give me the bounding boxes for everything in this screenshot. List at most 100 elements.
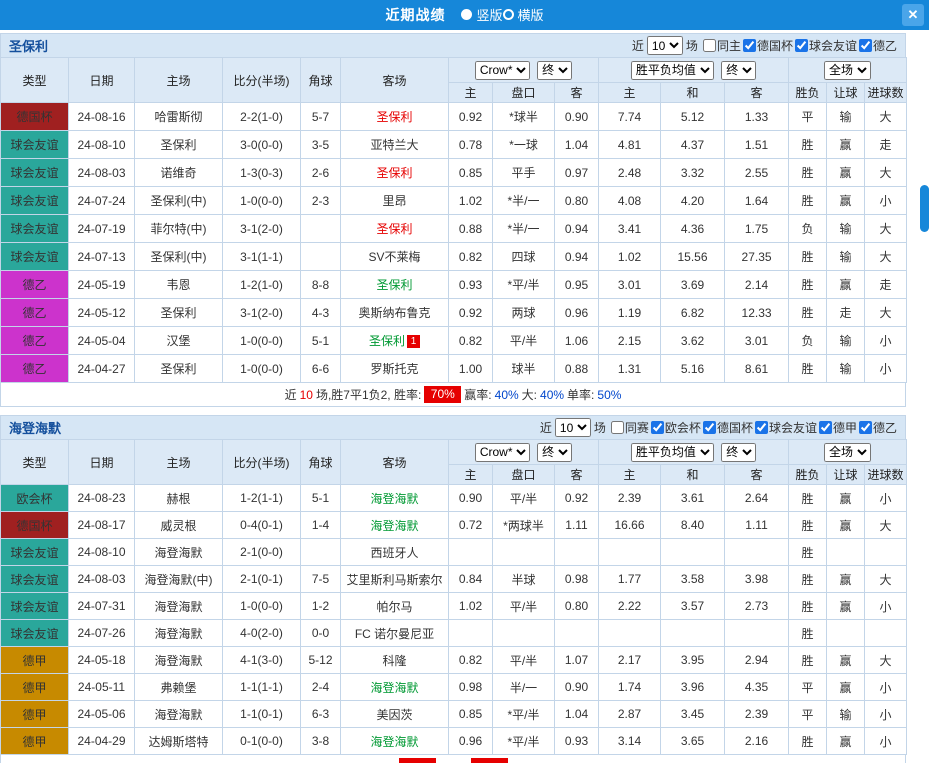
home-team[interactable]: 赫根	[135, 485, 223, 512]
odds-away: 0.96	[555, 299, 599, 327]
odds-final-select[interactable]: 终	[537, 61, 572, 80]
avg-home: 2.22	[599, 593, 661, 620]
home-team[interactable]: 韦恩	[135, 271, 223, 299]
home-team[interactable]: 哈雷斯彻	[135, 103, 223, 131]
corners: 3-8	[301, 728, 341, 755]
checkbox-input[interactable]	[755, 421, 768, 434]
col-away: 客场	[341, 440, 449, 485]
away-team[interactable]: 圣保利1	[341, 327, 449, 355]
away-team[interactable]: 艾里斯利马斯索尔	[341, 566, 449, 593]
home-team[interactable]: 圣保利	[135, 299, 223, 327]
away-team[interactable]: 海登海默	[341, 512, 449, 539]
scrollbar-thumb[interactable]	[920, 185, 929, 232]
recent-count-select[interactable]: 10	[555, 418, 591, 437]
layout-radio-vertical[interactable]: 竖版	[461, 5, 502, 24]
checkbox-input[interactable]	[651, 421, 664, 434]
checkbox-label: 同主	[717, 37, 741, 54]
avg-final-select[interactable]: 终	[721, 443, 756, 462]
filter-checkbox[interactable]: 欧会杯	[651, 419, 701, 436]
filter-checkbox[interactable]: 德乙	[859, 37, 897, 54]
checkbox-input[interactable]	[703, 421, 716, 434]
odds-final-select[interactable]: 终	[537, 443, 572, 462]
home-team[interactable]: 海登海默	[135, 593, 223, 620]
away-team[interactable]: 圣保利	[341, 159, 449, 187]
filter-checkbox[interactable]: 球会友谊	[795, 37, 857, 54]
away-team[interactable]: 海登海默	[341, 485, 449, 512]
checkbox-input[interactable]	[819, 421, 832, 434]
table-row: 球会友谊 24-07-26 海登海默 4-0(2-0) 0-0 FC 诺尔曼尼亚…	[1, 620, 907, 647]
checkbox-input[interactable]	[859, 39, 872, 52]
filter-checkbox[interactable]: 球会友谊	[755, 419, 817, 436]
home-team[interactable]: 圣保利(中)	[135, 187, 223, 215]
filter-checkbox[interactable]: 德乙	[859, 419, 897, 436]
home-team[interactable]: 弗赖堡	[135, 674, 223, 701]
home-team[interactable]: 圣保利	[135, 131, 223, 159]
away-team[interactable]: 圣保利	[341, 271, 449, 299]
odds-home: 0.82	[449, 647, 493, 674]
away-team[interactable]: 美因茨	[341, 701, 449, 728]
avg-metric-select[interactable]: 胜平负均值	[631, 61, 714, 80]
filter-checkbox[interactable]: 同主	[703, 37, 741, 54]
result-wdl: 胜	[789, 159, 827, 187]
checkbox-input[interactable]	[611, 421, 624, 434]
result-handicap: 输	[827, 355, 865, 383]
away-team[interactable]: 西班牙人	[341, 539, 449, 566]
avg-away: 2.55	[725, 159, 789, 187]
checkbox-input[interactable]	[795, 39, 808, 52]
rank-badge: 1	[407, 335, 420, 348]
odds-company-select[interactable]: Crow*	[475, 443, 530, 462]
avg-home: 2.48	[599, 159, 661, 187]
layout-radio-horizontal[interactable]: 横版	[503, 5, 544, 24]
home-team[interactable]: 海登海默	[135, 647, 223, 674]
away-team[interactable]: FC 诺尔曼尼亚	[341, 620, 449, 647]
avg-metric-select[interactable]: 胜平负均值	[631, 443, 714, 462]
away-team[interactable]: 科隆	[341, 647, 449, 674]
recent-label: 近	[540, 419, 552, 436]
away-team[interactable]: 罗斯托克	[341, 355, 449, 383]
away-team[interactable]: 海登海默	[341, 674, 449, 701]
table-row: 德甲 24-05-18 海登海默 4-1(3-0) 5-12 科隆 0.82 平…	[1, 647, 907, 674]
away-team[interactable]: 圣保利	[341, 103, 449, 131]
filter-checkbox[interactable]: 德国杯	[703, 419, 753, 436]
odds-company-select[interactable]: Crow*	[475, 61, 530, 80]
away-team-name: 海登海默	[370, 519, 418, 533]
avg-draw	[661, 620, 725, 647]
away-team[interactable]: 帕尔马	[341, 593, 449, 620]
corners: 7-5	[301, 566, 341, 593]
checkbox-input[interactable]	[859, 421, 872, 434]
home-team[interactable]: 汉堡	[135, 327, 223, 355]
match-date: 24-08-23	[69, 485, 135, 512]
home-team[interactable]: 海登海默(中)	[135, 566, 223, 593]
home-team[interactable]: 海登海默	[135, 539, 223, 566]
home-team[interactable]: 圣保利(中)	[135, 243, 223, 271]
home-team[interactable]: 海登海默	[135, 701, 223, 728]
filter-checkbox[interactable]: 同赛	[611, 419, 649, 436]
filter-checkbox[interactable]: 德甲	[819, 419, 857, 436]
recent-count-select[interactable]: 10	[647, 36, 683, 55]
table-row: 德甲 24-05-11 弗赖堡 1-1(1-1) 2-4 海登海默 0.98 半…	[1, 674, 907, 701]
result-goals: 走	[865, 271, 907, 299]
checkbox-input[interactable]	[743, 39, 756, 52]
fulltime-select[interactable]: 全场	[824, 61, 871, 80]
away-team[interactable]: 奥斯纳布鲁克	[341, 299, 449, 327]
away-team[interactable]: 圣保利	[341, 215, 449, 243]
away-team[interactable]: 亚特兰大	[341, 131, 449, 159]
filter-checkbox[interactable]: 德国杯	[743, 37, 793, 54]
checkbox-input[interactable]	[703, 39, 716, 52]
home-team[interactable]: 威灵根	[135, 512, 223, 539]
home-team[interactable]: 诺维奇	[135, 159, 223, 187]
fulltime-select[interactable]: 全场	[824, 443, 871, 462]
col-type: 类型	[1, 58, 69, 103]
home-team[interactable]: 海登海默	[135, 620, 223, 647]
avg-final-select[interactable]: 终	[721, 61, 756, 80]
col-avg-away: 客	[725, 465, 789, 485]
home-team[interactable]: 菲尔特(中)	[135, 215, 223, 243]
home-team[interactable]: 达姆斯塔特	[135, 728, 223, 755]
away-team[interactable]: 里昂	[341, 187, 449, 215]
home-team[interactable]: 圣保利	[135, 355, 223, 383]
avg-selectors: 胜平负均值 终	[599, 58, 789, 83]
away-team[interactable]: SV不莱梅	[341, 243, 449, 271]
close-button[interactable]: ✕	[902, 4, 924, 26]
away-team[interactable]: 海登海默	[341, 728, 449, 755]
away-team-name: 科隆	[382, 654, 406, 668]
